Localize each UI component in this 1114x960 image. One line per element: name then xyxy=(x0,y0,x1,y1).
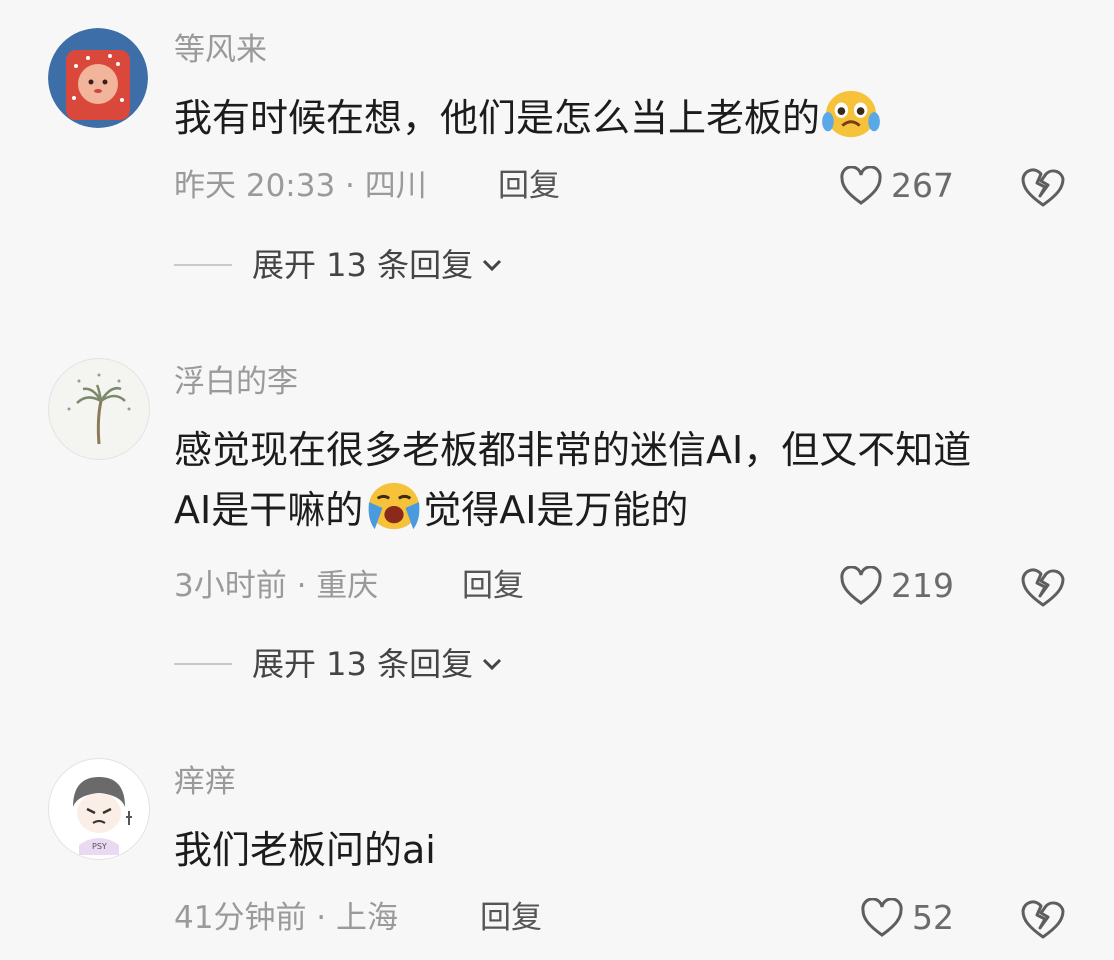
username[interactable]: 痒痒 xyxy=(174,762,236,802)
expand-replies-button[interactable]: 展开 13 条回复 xyxy=(174,644,503,684)
comment-text-content: 我有时候在想，他们是怎么当上老板的 xyxy=(174,96,821,140)
comment-text-segment: AI是干嘛的 xyxy=(174,488,364,532)
reply-button[interactable]: 回复 xyxy=(498,166,560,206)
like-count: 52 xyxy=(912,898,954,937)
like-count: 219 xyxy=(891,566,954,605)
comment-text: 感觉现在很多老板都非常的迷信AI，但又不知道 AI是干嘛的 觉得AI是万能的 xyxy=(174,420,1074,540)
expand-replies-button[interactable]: 展开 13 条回复 xyxy=(174,245,503,285)
crying-face-icon xyxy=(822,90,880,138)
loudly-crying-face-icon xyxy=(368,482,420,530)
heart-icon xyxy=(840,166,882,205)
comment-text-segment: 觉得AI是万能的 xyxy=(423,488,689,532)
broken-heart-icon[interactable] xyxy=(1020,898,1066,940)
comment-text-line: AI是干嘛的 觉得AI是万能的 xyxy=(174,480,1074,540)
expand-replies-label: 展开 13 条回复 xyxy=(252,645,474,683)
heart-icon xyxy=(861,898,903,937)
avatar[interactable] xyxy=(48,358,150,460)
avatar[interactable] xyxy=(48,28,148,128)
comment-text: 我有时候在想，他们是怎么当上老板的 xyxy=(174,88,1074,148)
time-location: 昨天 20:33 · 四川 xyxy=(174,168,427,204)
username[interactable]: 浮白的李 xyxy=(174,362,298,402)
chevron-down-icon xyxy=(483,658,502,671)
chevron-down-icon xyxy=(483,259,502,272)
like-count: 267 xyxy=(891,166,954,205)
username[interactable]: 等风来 xyxy=(174,30,267,70)
time-location: 41分钟前 · 上海 xyxy=(174,900,399,936)
comment-text-content: 我们老板问的ai xyxy=(174,828,436,872)
reply-button[interactable]: 回复 xyxy=(480,898,542,938)
like-button[interactable]: 219 xyxy=(839,566,954,606)
like-button[interactable]: 52 xyxy=(860,898,954,938)
reply-button[interactable]: 回复 xyxy=(462,566,524,606)
broken-heart-icon[interactable] xyxy=(1020,166,1066,208)
divider-line xyxy=(174,264,232,266)
like-button[interactable]: 267 xyxy=(839,166,954,206)
avatar[interactable]: PSY xyxy=(48,758,150,860)
time-location: 3小时前 · 重庆 xyxy=(174,568,379,604)
svg-text:PSY: PSY xyxy=(92,842,107,851)
heart-icon xyxy=(840,566,882,605)
comment-text: 我们老板问的ai xyxy=(174,820,1074,880)
comment-text-line: 感觉现在很多老板都非常的迷信AI，但又不知道 xyxy=(174,428,972,472)
divider-line xyxy=(174,663,232,665)
expand-replies-label: 展开 13 条回复 xyxy=(252,246,474,284)
broken-heart-icon[interactable] xyxy=(1020,566,1066,608)
